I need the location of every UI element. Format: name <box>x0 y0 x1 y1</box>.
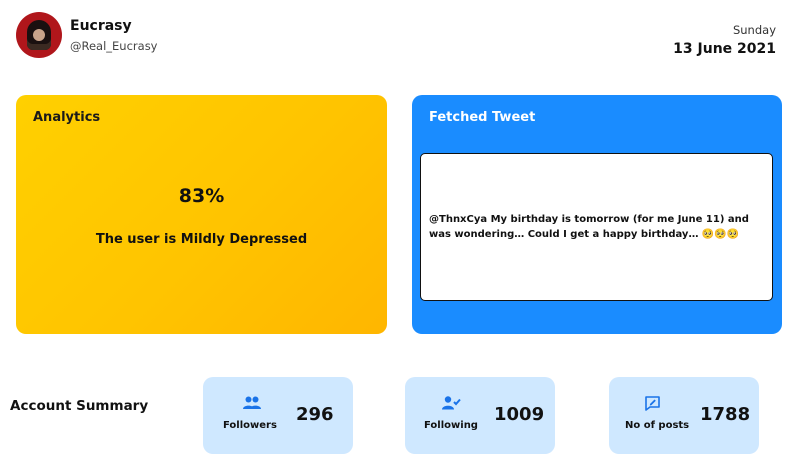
post-icon <box>645 396 660 411</box>
depression-verdict: The user is Mildly Depressed <box>95 232 308 247</box>
analytics-card: Analytics 83% The user is Mildly Depress… <box>16 95 387 334</box>
following-label: Following <box>424 420 478 431</box>
followers-stat-card: Followers 296 <box>203 377 353 454</box>
posts-value: 1788 <box>700 404 751 425</box>
fetched-tweet-card: Fetched Tweet @ThnxCya My birthday is to… <box>412 95 782 334</box>
posts-stat-card: No of posts 1788 <box>609 377 759 454</box>
person-check-icon <box>442 396 461 410</box>
fetched-tweet-title: Fetched Tweet <box>429 110 536 125</box>
avatar-face-shape <box>33 29 45 41</box>
profile-header: Eucrasy @Real_Eucrasy <box>16 12 158 58</box>
date-display: Sunday 13 June 2021 <box>673 23 776 57</box>
profile-text: Eucrasy @Real_Eucrasy <box>70 17 158 53</box>
followers-value: 296 <box>296 404 334 425</box>
following-stat-card: Following 1009 <box>405 377 555 454</box>
people-icon <box>243 396 261 410</box>
posts-label: No of posts <box>625 420 690 431</box>
profile-name: Eucrasy <box>70 18 132 34</box>
following-value: 1009 <box>494 404 545 425</box>
avatar[interactable] <box>16 12 62 58</box>
analytics-title: Analytics <box>33 110 101 125</box>
depression-percent: 83% <box>178 185 225 207</box>
tweet-text: @ThnxCya My birthday is tomorrow (for me… <box>429 214 749 240</box>
day-name: Sunday <box>732 23 776 37</box>
followers-label: Followers <box>223 420 277 431</box>
full-date: 13 June 2021 <box>673 41 776 57</box>
tweet-box: @ThnxCya My birthday is tomorrow (for me… <box>420 153 773 301</box>
profile-handle: @Real_Eucrasy <box>70 39 158 53</box>
account-summary-label: Account Summary <box>10 398 149 414</box>
